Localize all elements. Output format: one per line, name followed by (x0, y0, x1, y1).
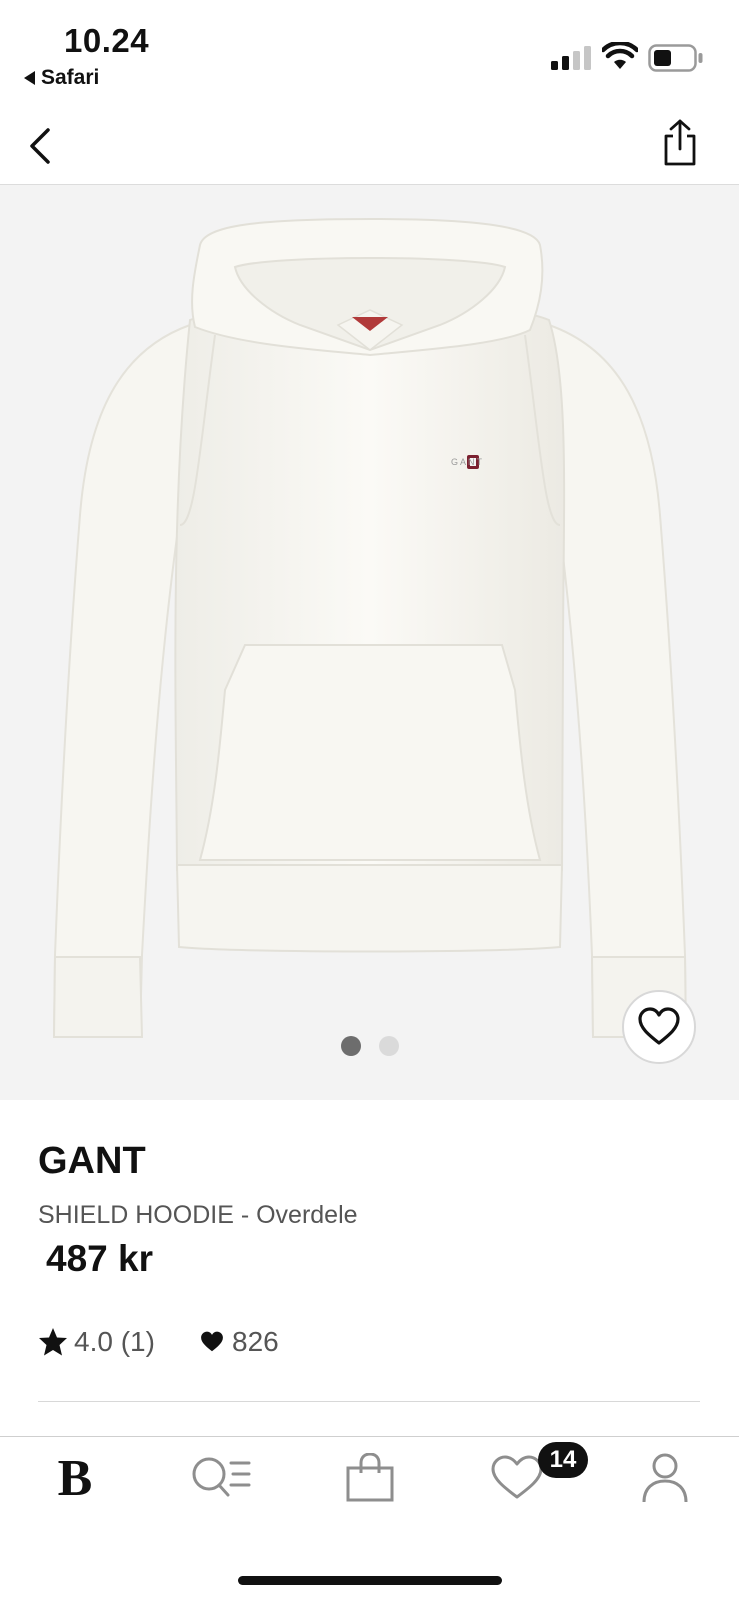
hoodie-image (52, 217, 688, 1039)
home-indicator[interactable] (238, 1576, 502, 1585)
star-icon (39, 1328, 67, 1356)
tab-bar-divider (0, 1436, 739, 1437)
pagination-dot-active[interactable] (340, 1036, 361, 1056)
share-icon[interactable] (660, 118, 700, 168)
home-icon: B (57, 1449, 93, 1507)
battery-icon (648, 44, 703, 72)
product-rating[interactable]: 4.0 (1) (38, 1326, 155, 1358)
status-time: 10.24 (64, 22, 150, 59)
tab-home[interactable]: B (30, 1448, 120, 1508)
heart-icon (491, 1455, 543, 1499)
tab-bag[interactable] (325, 1448, 415, 1508)
cellular-signal-icon (551, 44, 591, 70)
back-to-safari[interactable]: Safari (24, 66, 99, 90)
tab-profile[interactable] (620, 1448, 710, 1508)
rating-value: 4.0 (1) (74, 1326, 155, 1357)
product-brand[interactable]: GANT (38, 1140, 146, 1183)
product-image[interactable]: GANT (0, 185, 739, 1100)
back-app-label: Safari (41, 66, 100, 89)
search-list-icon (192, 1457, 251, 1497)
profile-icon (642, 1453, 688, 1503)
product-name: SHIELD HOODIE - Overdele (38, 1201, 358, 1229)
product-likes: 826 (200, 1326, 279, 1358)
heart-outline-icon (638, 1007, 680, 1045)
back-chevron-icon[interactable] (22, 124, 62, 168)
add-to-wishlist-button[interactable] (622, 990, 696, 1064)
wishlist-count-badge: 14 (538, 1442, 588, 1478)
bag-icon (346, 1453, 394, 1502)
logo-text: GANT (451, 457, 485, 467)
pagination-dot[interactable] (378, 1036, 399, 1056)
product-price: 487 kr (46, 1238, 153, 1279)
likes-count: 826 (232, 1326, 279, 1357)
back-triangle-icon (24, 71, 35, 85)
heart-filled-icon (201, 1331, 223, 1352)
tab-search[interactable] (176, 1448, 266, 1508)
info-divider (38, 1401, 700, 1402)
wifi-icon (602, 42, 638, 69)
